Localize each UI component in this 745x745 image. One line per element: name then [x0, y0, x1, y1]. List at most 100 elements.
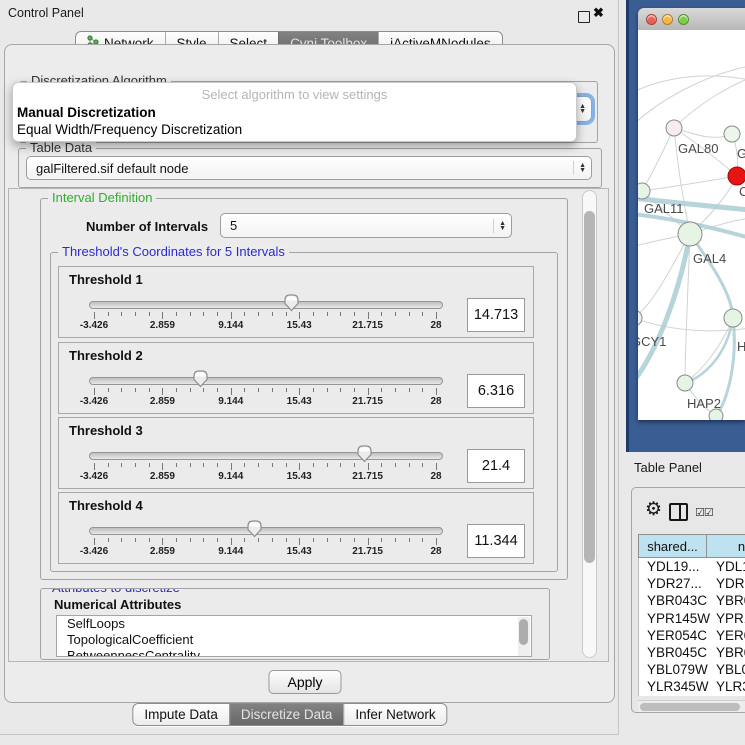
cell-name: YPR1	[708, 611, 745, 626]
numerical-attributes-list[interactable]: SelfLoopsTopologicalCoefficientBetweenne…	[56, 615, 532, 657]
table-row[interactable]: YDL19...YDL1	[639, 558, 745, 575]
tick-mark	[176, 388, 177, 392]
table-row[interactable]: YIL052CYIL0	[639, 696, 745, 697]
table-row[interactable]: YPR145WYPR1	[639, 610, 745, 627]
checkbox-pair-icon[interactable]: ☑☑	[695, 506, 713, 519]
tick-mark	[203, 388, 204, 392]
network-node-gcy1[interactable]	[638, 310, 642, 326]
slider-track[interactable]	[89, 301, 443, 309]
float-window-icon[interactable]	[578, 11, 590, 23]
apply-button[interactable]: Apply	[268, 670, 341, 694]
tick-mark	[436, 538, 437, 545]
slider-handle[interactable]	[192, 369, 209, 388]
tab-discretize-data[interactable]: Discretize Data	[229, 704, 344, 725]
scrollbar-thumb[interactable]	[519, 619, 528, 645]
threshold-label: Threshold 1	[69, 272, 143, 287]
network-node-gal4[interactable]	[678, 222, 702, 246]
network-window-titlebar[interactable]	[638, 8, 745, 31]
table-panel: ⚙ ☑☑ shared... n YDL19...YDL1YDR27...YDR…	[631, 487, 745, 713]
split-column-icon[interactable]	[669, 503, 688, 521]
table-data-select[interactable]: galFiltered.sif default node ▲▼	[26, 156, 592, 180]
tick-mark	[149, 388, 150, 392]
network-edge	[642, 128, 674, 191]
table-row[interactable]: YBR045CYBR0	[639, 644, 745, 661]
network-node-c[interactable]	[728, 167, 745, 185]
network-node-label: C	[739, 184, 745, 199]
column-header-shared-name[interactable]: shared...	[638, 534, 707, 558]
scale-label: 9.144	[218, 471, 243, 482]
tick-mark	[121, 312, 122, 316]
tick-mark	[313, 312, 314, 316]
network-node-gal11[interactable]	[638, 183, 650, 199]
slider-track[interactable]	[89, 452, 443, 460]
network-node[interactable]	[709, 409, 723, 420]
cell-name: YER0	[708, 628, 745, 643]
slider-track[interactable]	[89, 527, 443, 535]
slider-handle[interactable]	[356, 444, 373, 463]
network-edge	[638, 66, 745, 125]
dropdown-option-manual[interactable]: Manual Discretization	[13, 104, 576, 121]
tick-mark	[231, 312, 232, 319]
network-edge-thick	[638, 234, 690, 386]
network-edge-thick	[690, 234, 733, 318]
scrollbar-thumb[interactable]	[640, 703, 740, 711]
tick-mark	[149, 538, 150, 542]
tick-mark	[299, 312, 300, 319]
tick-mark	[121, 463, 122, 467]
tick-mark	[217, 538, 218, 542]
slider-handle[interactable]	[283, 293, 300, 312]
threshold-value-field[interactable]: 6.316	[467, 374, 525, 408]
threshold-label: Threshold 4	[69, 498, 143, 513]
zoom-traffic-light-icon[interactable]	[678, 14, 689, 25]
table-row[interactable]: YLR345WYLR3	[639, 678, 745, 695]
scale-label: 2.859	[150, 320, 175, 331]
network-node-label: GCY1	[638, 334, 666, 349]
main-scrollbar[interactable]	[582, 190, 597, 658]
cell-name: YDR2	[708, 576, 745, 591]
threshold-value-field[interactable]: 14.713	[467, 298, 525, 332]
tab-impute-data[interactable]: Impute Data	[133, 704, 229, 725]
tick-mark	[149, 463, 150, 467]
dropdown-hint: Select algorithm to view settings	[13, 85, 576, 104]
tick-mark	[94, 312, 95, 319]
tick-mark	[162, 312, 163, 319]
scrollbar-thumb[interactable]	[584, 211, 595, 563]
tick-mark	[121, 538, 122, 542]
gear-icon[interactable]: ⚙	[645, 498, 662, 521]
tick-mark	[327, 388, 328, 392]
slider-handle[interactable]	[246, 519, 263, 538]
tick-mark	[354, 538, 355, 542]
network-node-gal80[interactable]	[666, 120, 682, 136]
threshold-value-field[interactable]: 21.4	[467, 449, 525, 483]
attribute-list-item[interactable]: SelfLoops	[57, 616, 531, 632]
attribute-list-item[interactable]: TopologicalCoefficient	[57, 632, 531, 648]
scale-label: 15.43	[287, 320, 312, 331]
column-header-name[interactable]: n	[707, 534, 745, 558]
tick-mark	[327, 538, 328, 542]
stepper-icon: ▲▼	[573, 161, 586, 175]
table-row[interactable]: YDR27...YDR2	[639, 575, 745, 592]
table-row[interactable]: YER054CYER0	[639, 627, 745, 644]
dropdown-option-equal-width[interactable]: Equal Width/Frequency Discretization	[13, 121, 576, 138]
slider-scale-labels: -3.4262.8599.14415.4321.71528	[89, 546, 441, 557]
network-node-hap2[interactable]	[677, 375, 693, 391]
close-traffic-light-icon[interactable]	[646, 14, 657, 25]
attributes-scrollbar[interactable]	[518, 617, 530, 657]
attribute-list-item[interactable]: BetweennessCentrality	[57, 648, 531, 657]
tick-mark	[94, 538, 95, 545]
threshold-value-field[interactable]: 11.344	[467, 524, 525, 558]
table-horizontal-scrollbar[interactable]	[638, 700, 745, 712]
network-canvas[interactable]: GAL80GCGAL11GAL4GCY1HHAP2	[638, 30, 745, 420]
slider-track[interactable]	[89, 377, 443, 385]
tab-label: Infer Network	[355, 707, 435, 722]
network-node-g[interactable]	[724, 126, 740, 142]
threshold-panel: Threshold 4 -3.4262.8599.14415.4321.71528…	[58, 492, 534, 564]
table-row[interactable]: YBR043CYBR0	[639, 592, 745, 609]
table-row[interactable]: YBL079WYBL0	[639, 661, 745, 678]
network-node-h[interactable]	[724, 309, 742, 327]
minimize-traffic-light-icon[interactable]	[662, 14, 673, 25]
number-of-intervals-select[interactable]: 5 ▲▼	[220, 213, 512, 238]
scale-label: 2.859	[150, 546, 175, 557]
tab-infer-network[interactable]: Infer Network	[343, 704, 446, 725]
close-icon[interactable]: ✖	[593, 5, 604, 21]
